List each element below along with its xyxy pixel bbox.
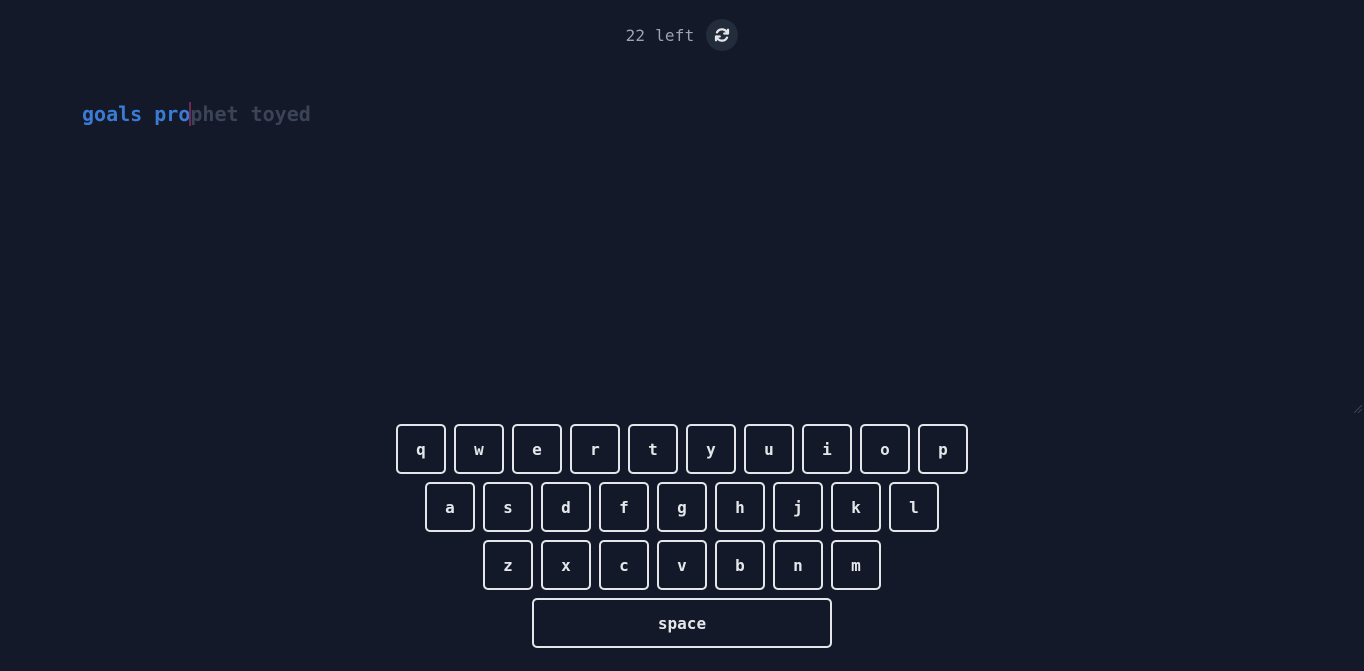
resize-grip-icon[interactable]: [1354, 405, 1362, 413]
word-display: goals prophet toyed: [82, 101, 311, 127]
key-s[interactable]: s: [483, 482, 533, 532]
key-w[interactable]: w: [454, 424, 504, 474]
key-n[interactable]: n: [773, 540, 823, 590]
key-j[interactable]: j: [773, 482, 823, 532]
key-c[interactable]: c: [599, 540, 649, 590]
key-b[interactable]: b: [715, 540, 765, 590]
key-h[interactable]: h: [715, 482, 765, 532]
typed-text: goals pro: [82, 102, 191, 126]
key-k[interactable]: k: [831, 482, 881, 532]
key-a[interactable]: a: [425, 482, 475, 532]
key-t[interactable]: t: [628, 424, 678, 474]
keyboard-row-2: asdfghjkl: [0, 482, 1364, 532]
on-screen-keyboard: qwertyuiop asdfghjkl zxcvbnm space: [0, 424, 1364, 656]
key-i[interactable]: i: [802, 424, 852, 474]
key-z[interactable]: z: [483, 540, 533, 590]
typing-area[interactable]: goals prophet toyed: [0, 60, 1364, 415]
key-space[interactable]: space: [532, 598, 832, 648]
remaining-text: phet toyed: [190, 102, 311, 126]
key-m[interactable]: m: [831, 540, 881, 590]
key-d[interactable]: d: [541, 482, 591, 532]
keyboard-row-1: qwertyuiop: [0, 424, 1364, 474]
key-o[interactable]: o: [860, 424, 910, 474]
key-p[interactable]: p: [918, 424, 968, 474]
key-v[interactable]: v: [657, 540, 707, 590]
keyboard-row-space: space: [0, 598, 1364, 648]
key-f[interactable]: f: [599, 482, 649, 532]
key-g[interactable]: g: [657, 482, 707, 532]
header-bar: 22 left: [0, 19, 1364, 51]
key-q[interactable]: q: [396, 424, 446, 474]
reset-button[interactable]: [706, 19, 739, 51]
key-e[interactable]: e: [512, 424, 562, 474]
key-r[interactable]: r: [570, 424, 620, 474]
key-y[interactable]: y: [686, 424, 736, 474]
refresh-icon: [715, 28, 730, 42]
words-left-counter: 22 left: [625, 25, 695, 45]
key-u[interactable]: u: [744, 424, 794, 474]
key-x[interactable]: x: [541, 540, 591, 590]
typing-test-page: 22 left goals prophet toyed qwertyuiop a…: [0, 0, 1364, 671]
keyboard-row-3: zxcvbnm: [0, 540, 1364, 590]
key-l[interactable]: l: [889, 482, 939, 532]
